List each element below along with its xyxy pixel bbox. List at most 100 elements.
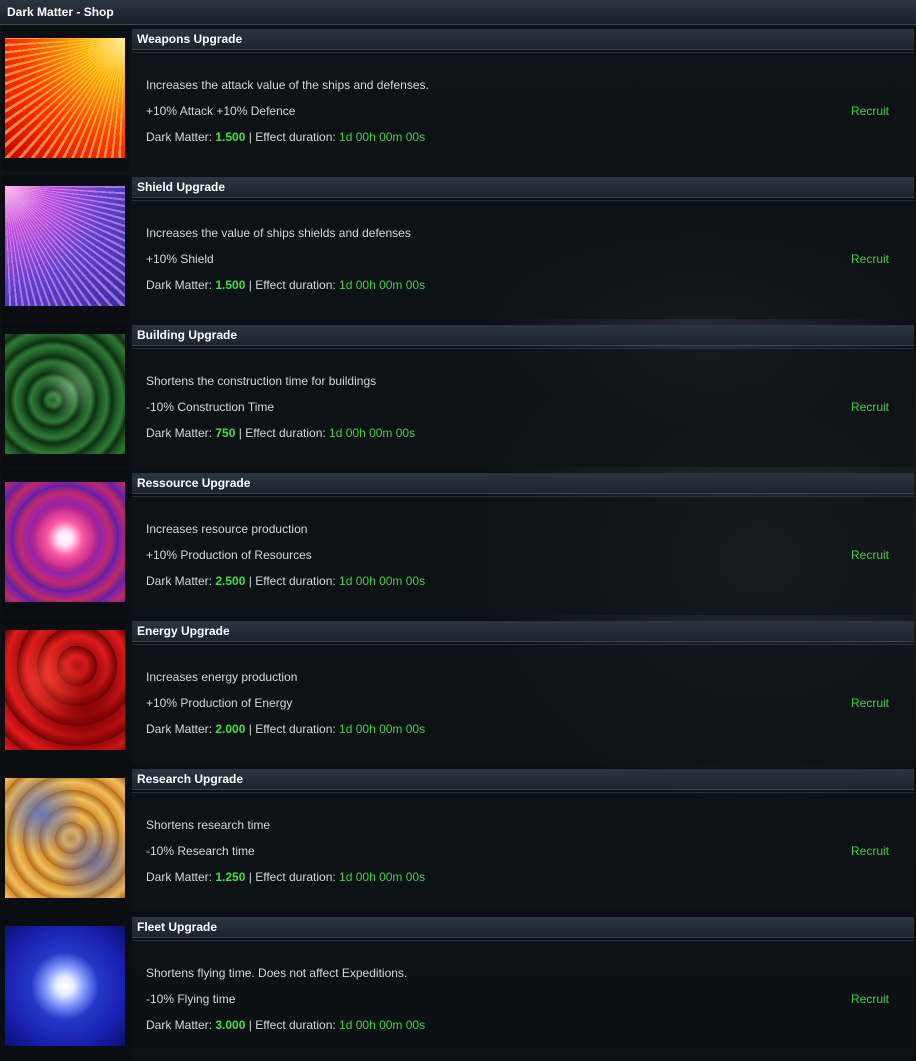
item-cost-line: Dark Matter: 1.250 | Effect duration: 1d… (146, 870, 425, 884)
energy-upgrade-image (5, 630, 125, 750)
building-upgrade-image (5, 334, 125, 454)
dark-matter-cost: 2.000 (215, 722, 246, 736)
duration-label: Effect duration: (255, 130, 336, 144)
cost-label: Dark Matter: (146, 870, 213, 884)
item-cost-line: Dark Matter: 2.500 | Effect duration: 1d… (146, 574, 425, 588)
item-description: Increases energy production (146, 670, 298, 684)
item-effect: -10% Construction Time (146, 400, 275, 414)
recruit-button[interactable]: Recruit (851, 696, 889, 710)
item-image-cell (2, 471, 129, 615)
shield-upgrade-image (5, 186, 125, 306)
effect-duration: 1d 00h 00m 00s (339, 1018, 426, 1032)
item-effect: +10% Attack +10% Defence (146, 104, 296, 118)
cost-label: Dark Matter: (146, 130, 213, 144)
separator: | (248, 130, 252, 144)
item-cost-line: Dark Matter: 3.000 | Effect duration: 1d… (146, 1018, 425, 1032)
duration-label: Effect duration: (255, 722, 336, 736)
item-description: Shortens flying time. Does not affect Ex… (146, 966, 408, 980)
item-description: Shortens the construction time for build… (146, 374, 377, 388)
recruit-button[interactable]: Recruit (851, 400, 889, 414)
separator: | (248, 722, 252, 736)
dark-matter-shop: Dark Matter - Shop Weapons Upgrade Incre… (0, 0, 916, 1061)
item-details: Shortens research time -10% Research tim… (132, 792, 914, 911)
item-image-cell (2, 619, 129, 763)
separator: | (248, 1018, 252, 1032)
resource-upgrade-image (5, 482, 125, 602)
duration-label: Effect duration: (255, 278, 336, 292)
item-image-cell (2, 915, 129, 1059)
effect-duration: 1d 00h 00m 00s (339, 574, 426, 588)
cost-label: Dark Matter: (146, 278, 213, 292)
dark-matter-cost: 1.500 (215, 278, 246, 292)
shop-item-fleet: Fleet Upgrade Shortens flying time. Does… (0, 913, 916, 1061)
cost-label: Dark Matter: (146, 722, 213, 736)
effect-duration: 1d 00h 00m 00s (339, 278, 426, 292)
dark-matter-cost: 1.500 (215, 130, 246, 144)
duration-label: Effect duration: (245, 426, 326, 440)
item-effect: +10% Shield (146, 252, 214, 266)
shop-item-energy: Energy Upgrade Increases energy producti… (0, 617, 916, 765)
shop-item-research: Research Upgrade Shortens research time … (0, 765, 916, 913)
fleet-upgrade-image (5, 926, 125, 1046)
item-title: Energy Upgrade (132, 621, 914, 642)
research-upgrade-image (5, 778, 125, 898)
item-title: Research Upgrade (132, 769, 914, 790)
shop-item-weapons: Weapons Upgrade Increases the attack val… (0, 25, 916, 173)
duration-label: Effect duration: (255, 574, 336, 588)
item-effect: -10% Flying time (146, 992, 236, 1006)
item-description: Increases resource production (146, 522, 308, 536)
item-title: Ressource Upgrade (132, 473, 914, 494)
item-details: Increases the attack value of the ships … (132, 52, 914, 171)
item-description: Increases the attack value of the ships … (146, 78, 429, 92)
item-cost-line: Dark Matter: 2.000 | Effect duration: 1d… (146, 722, 425, 736)
item-description: Shortens research time (146, 818, 271, 832)
shop-item-resource: Ressource Upgrade Increases resource pro… (0, 469, 916, 617)
separator: | (238, 426, 242, 440)
item-details: Increases the value of ships shields and… (132, 200, 914, 319)
shop-item-shield: Shield Upgrade Increases the value of sh… (0, 173, 916, 321)
effect-duration: 1d 00h 00m 00s (329, 426, 416, 440)
recruit-button[interactable]: Recruit (851, 844, 889, 858)
item-image-cell (2, 323, 129, 467)
recruit-button[interactable]: Recruit (851, 992, 889, 1006)
page-title: Dark Matter - Shop (0, 0, 916, 25)
cost-label: Dark Matter: (146, 426, 213, 440)
item-image-cell (2, 767, 129, 911)
item-title: Weapons Upgrade (132, 29, 914, 50)
item-effect: -10% Research time (146, 844, 255, 858)
item-image-cell (2, 27, 129, 171)
item-effect: +10% Production of Resources (146, 548, 312, 562)
cost-label: Dark Matter: (146, 574, 213, 588)
item-cost-line: Dark Matter: 750 | Effect duration: 1d 0… (146, 426, 415, 440)
separator: | (248, 870, 252, 884)
effect-duration: 1d 00h 00m 00s (339, 870, 426, 884)
dark-matter-cost: 3.000 (215, 1018, 246, 1032)
item-details: Shortens flying time. Does not affect Ex… (132, 940, 914, 1059)
item-details: Shortens the construction time for build… (132, 348, 914, 467)
shop-item-building: Building Upgrade Shortens the constructi… (0, 321, 916, 469)
recruit-button[interactable]: Recruit (851, 252, 889, 266)
weapons-upgrade-image (5, 38, 125, 158)
recruit-button[interactable]: Recruit (851, 104, 889, 118)
duration-label: Effect duration: (255, 1018, 336, 1032)
dark-matter-cost: 1.250 (215, 870, 246, 884)
item-details: Increases energy production +10% Product… (132, 644, 914, 763)
effect-duration: 1d 00h 00m 00s (339, 130, 426, 144)
duration-label: Effect duration: (255, 870, 336, 884)
recruit-button[interactable]: Recruit (851, 548, 889, 562)
dark-matter-cost: 2.500 (215, 574, 246, 588)
separator: | (248, 574, 252, 588)
cost-label: Dark Matter: (146, 1018, 213, 1032)
separator: | (248, 278, 252, 292)
item-image-cell (2, 175, 129, 319)
item-description: Increases the value of ships shields and… (146, 226, 411, 240)
item-effect: +10% Production of Energy (146, 696, 293, 710)
item-title: Shield Upgrade (132, 177, 914, 198)
item-title: Building Upgrade (132, 325, 914, 346)
item-cost-line: Dark Matter: 1.500 | Effect duration: 1d… (146, 130, 425, 144)
dark-matter-cost: 750 (215, 426, 236, 440)
effect-duration: 1d 00h 00m 00s (339, 722, 426, 736)
item-cost-line: Dark Matter: 1.500 | Effect duration: 1d… (146, 278, 425, 292)
item-title: Fleet Upgrade (132, 917, 914, 938)
item-details: Increases resource production +10% Produ… (132, 496, 914, 615)
